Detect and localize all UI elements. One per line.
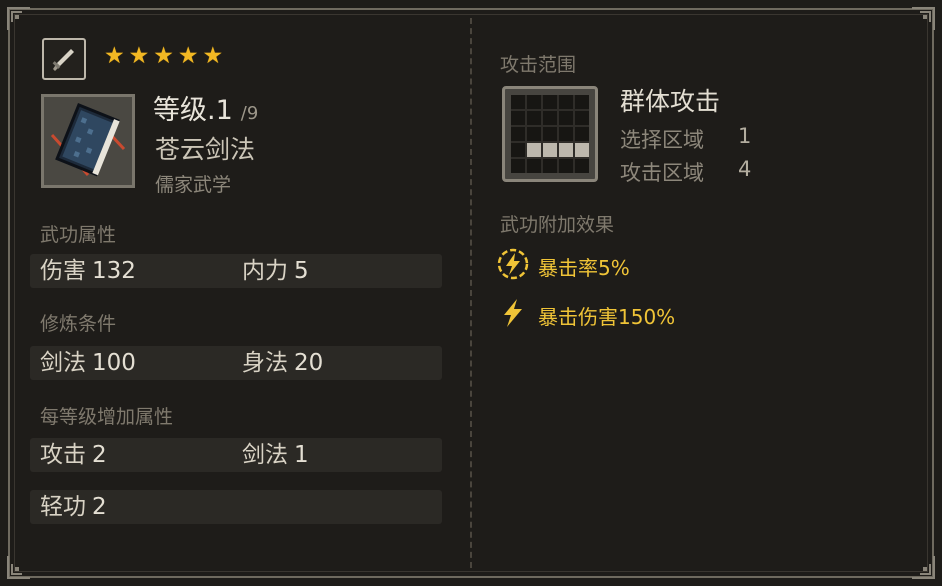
level-label: 等级 (153, 95, 207, 126)
star-icon: ★ (153, 43, 174, 69)
range-cell (527, 95, 541, 109)
per-level-attack: 攻击 2 (40, 438, 107, 472)
requirements-row: 剑法 100 身法 20 (30, 346, 442, 380)
stat-value: 100 (92, 350, 136, 376)
range-cell (511, 95, 525, 109)
select-area-value: 1 (738, 124, 752, 148)
skill-school: 儒家武学 (155, 174, 232, 196)
range-cell-active (543, 143, 557, 157)
attack-type: 群体攻击 (620, 87, 721, 116)
book-icon (41, 94, 135, 188)
range-cell (575, 159, 589, 173)
range-cell (527, 111, 541, 125)
range-cell (559, 95, 573, 109)
corner-ornament-top-left (6, 6, 32, 32)
stat-value: 20 (294, 350, 324, 376)
range-grid (511, 95, 589, 173)
effect-crit-rate: 暴击率5% (496, 247, 630, 285)
corner-ornament-bottom-left (6, 554, 32, 580)
per-level-sword: 剑法 1 (242, 438, 309, 472)
star-icon: ★ (128, 43, 150, 69)
stat-value: 2 (92, 442, 107, 468)
effect-text: 暴击伤害150% (538, 304, 676, 329)
stat-value: 5 (294, 258, 309, 284)
per-level-label: 每等级增加属性 (40, 406, 174, 428)
stat-value: 132 (92, 258, 136, 284)
range-cell (527, 159, 541, 173)
rarity-stars: ★ ★ ★ ★ ★ (104, 44, 223, 68)
range-cell (543, 111, 557, 125)
stat-name: 轻功 (40, 494, 86, 520)
select-area-label: 选择区域 (620, 128, 704, 152)
attack-range-label: 攻击范围 (500, 54, 577, 76)
stat-value: 1 (294, 442, 309, 468)
range-cell (575, 111, 589, 125)
attack-area-row: 攻击区域 4 (620, 157, 751, 187)
attack-range-grid (502, 86, 598, 182)
range-cell (527, 127, 541, 141)
stat-internal-force: 内力 5 (242, 254, 309, 288)
stat-name: 伤害 (40, 258, 86, 284)
range-cell (511, 143, 525, 157)
range-cell (575, 127, 589, 141)
requirements-label: 修炼条件 (40, 313, 117, 335)
column-divider (470, 18, 472, 568)
range-cell-active (575, 143, 589, 157)
range-cell (559, 111, 573, 125)
level-value: .1 (207, 95, 233, 126)
star-icon: ★ (202, 43, 224, 69)
lightning-circle-icon (496, 247, 530, 285)
stat-name: 身法 (242, 350, 288, 376)
attack-area-label: 攻击区域 (620, 161, 704, 185)
lightning-icon (496, 296, 530, 334)
per-level-row-1: 攻击 2 剑法 1 (30, 438, 442, 472)
corner-ornament-top-right (910, 6, 936, 32)
range-cell (511, 159, 525, 173)
stat-value: 2 (92, 494, 107, 520)
range-cell-active (527, 143, 541, 157)
star-icon: ★ (104, 43, 125, 69)
star-icon: ★ (177, 43, 199, 69)
attributes-label: 武功属性 (40, 224, 117, 246)
stat-name: 内力 (242, 258, 288, 284)
range-cell (543, 95, 557, 109)
level-max: /9 (240, 103, 259, 124)
range-cell (575, 95, 589, 109)
corner-ornament-bottom-right (910, 554, 936, 580)
req-sword: 剑法 100 (40, 346, 136, 380)
select-area-row: 选择区域 1 (620, 124, 751, 154)
stat-damage: 伤害 132 (40, 254, 136, 288)
range-cell (559, 159, 573, 173)
range-cell (511, 127, 525, 141)
sword-icon[interactable] (42, 38, 86, 80)
stat-name: 剑法 (242, 442, 288, 468)
range-cell (511, 111, 525, 125)
range-cell (543, 127, 557, 141)
per-level-lightness: 轻功 2 (40, 490, 107, 524)
skill-level: 等级 .1 /9 (153, 88, 258, 127)
effect-crit-damage: 暴击伤害150% (496, 296, 675, 334)
req-agility: 身法 20 (242, 346, 323, 380)
range-cell-active (559, 143, 573, 157)
skill-detail-panel: ★★★★★ 等级 .1 /9 苍云剑法 儒家武学 武功属性 伤害132 (0, 0, 942, 586)
stat-name: 攻击 (40, 442, 86, 468)
skill-name: 苍云剑法 (155, 135, 256, 164)
effects-label: 武功附加效果 (500, 214, 615, 236)
attack-area-value: 4 (738, 157, 752, 181)
range-cell (543, 159, 557, 173)
effect-text: 暴击率5% (538, 255, 630, 280)
attributes-row: 伤害 132 内力 5 (30, 254, 442, 288)
stat-name: 剑法 (40, 350, 86, 376)
range-cell (559, 127, 573, 141)
per-level-row-2: 轻功 2 (30, 490, 442, 524)
